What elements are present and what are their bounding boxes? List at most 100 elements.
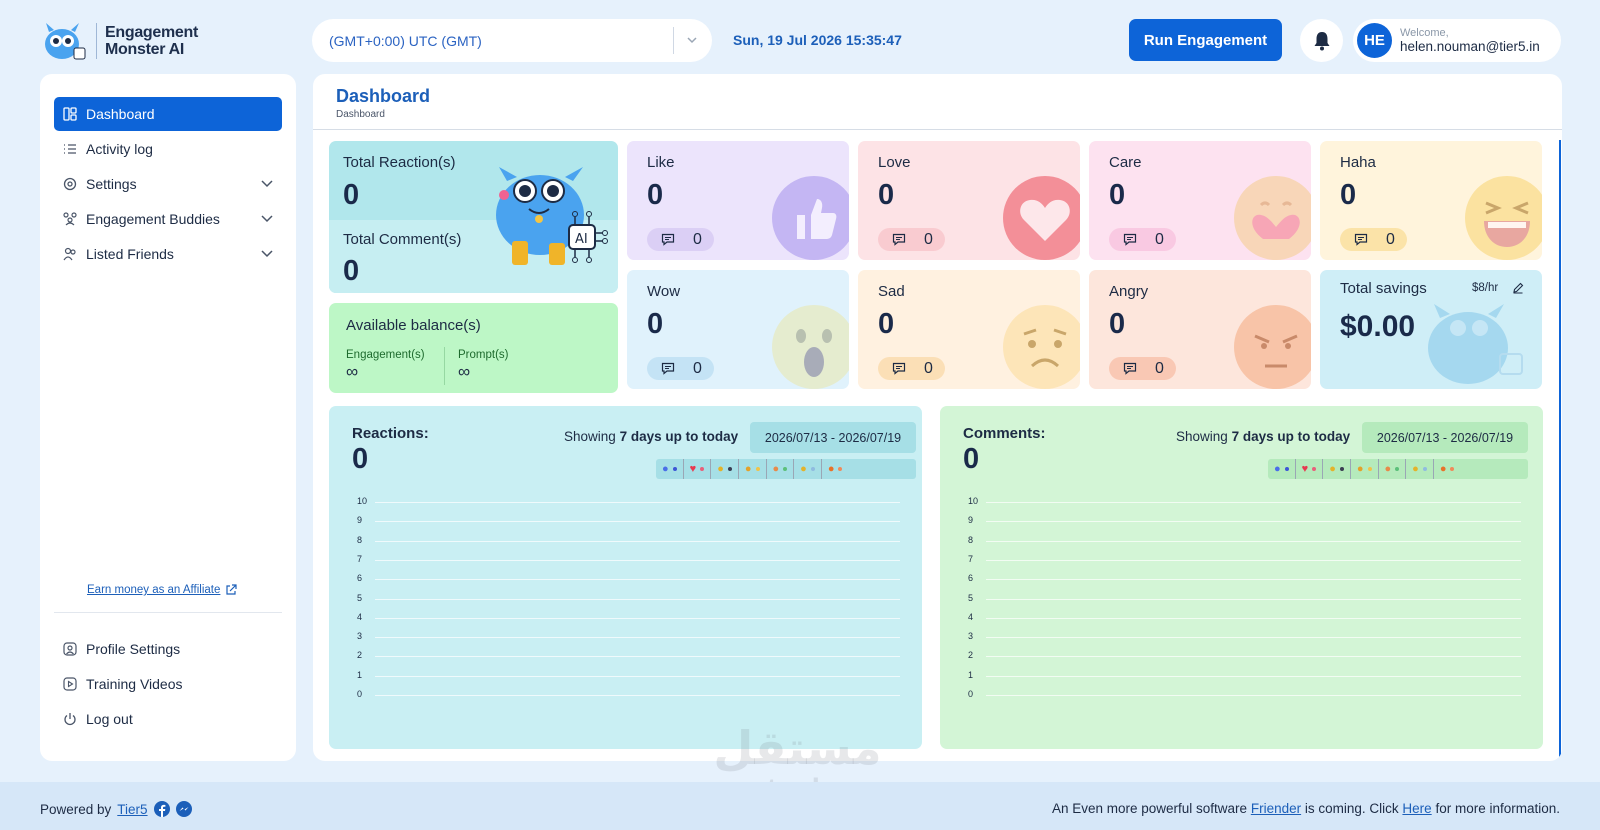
comment-count: 0 xyxy=(924,359,933,377)
y-tick-label: 8 xyxy=(968,534,974,545)
chart-total: 0 xyxy=(963,443,980,475)
comment-count-pill: 0 xyxy=(1109,357,1176,380)
powered-by-label: Powered by xyxy=(40,801,112,817)
sad-emoji-icon xyxy=(1003,305,1080,389)
reaction-legend[interactable]: ● ♥ ● ● ● ● ● xyxy=(656,459,916,479)
legend-angry[interactable]: ● xyxy=(822,459,849,479)
y-tick-label: 2 xyxy=(968,650,974,661)
legend-love[interactable]: ♥ xyxy=(684,459,712,479)
legend-care[interactable]: ● xyxy=(767,459,795,479)
comment-count: 0 xyxy=(1155,230,1164,248)
legend-wow[interactable]: ● xyxy=(711,459,739,479)
total-savings-card: Total savings $8/hr $0.00 xyxy=(1320,270,1542,389)
brand-line1: Engagement xyxy=(105,24,199,41)
here-link[interactable]: Here xyxy=(1402,801,1431,816)
legend-like[interactable]: ● xyxy=(656,459,684,479)
reaction-value: 0 xyxy=(647,308,664,340)
legend-like[interactable]: ● xyxy=(1268,459,1296,479)
balance-title: Available balance(s) xyxy=(346,317,481,334)
sidebar-item-label: Profile Settings xyxy=(86,641,181,657)
wow-icon: ● xyxy=(1329,463,1336,475)
sidebar-item-label: Listed Friends xyxy=(86,246,174,262)
reaction-legend[interactable]: ● ♥ ● ● ● ● ● xyxy=(1268,459,1528,479)
users-icon xyxy=(63,247,76,261)
grid-line xyxy=(986,559,1521,561)
date-range-picker[interactable]: 2026/07/13 - 2026/07/19 xyxy=(750,422,916,453)
y-tick-label: 4 xyxy=(968,611,974,622)
reaction-value: 0 xyxy=(878,308,895,340)
reaction-card-care: Care 0 0 xyxy=(1089,141,1311,260)
timezone-value: (GMT+0:00) UTC (GMT) xyxy=(329,32,482,49)
comment-count: 0 xyxy=(1386,230,1395,248)
sidebar-item-profile-settings[interactable]: Profile Settings xyxy=(54,632,282,666)
care-emoji-icon xyxy=(1234,176,1311,260)
notifications-button[interactable] xyxy=(1300,19,1343,62)
comment-icon xyxy=(1354,233,1368,246)
showing-text: Showing 7 days up to today xyxy=(1176,429,1351,444)
grid-line xyxy=(986,502,1521,503)
legend-sad[interactable]: ● xyxy=(794,459,822,479)
total-reactions-value: 0 xyxy=(343,179,360,211)
reactions-chart-panel: Reactions: 0 Showing 7 days up to today … xyxy=(329,406,922,749)
video-icon xyxy=(63,677,77,691)
legend-love[interactable]: ♥ xyxy=(1296,459,1324,479)
monster-mascot-icon xyxy=(45,23,86,60)
grid-line xyxy=(375,502,900,503)
power-icon xyxy=(64,713,76,726)
legend-wow[interactable]: ● xyxy=(1323,459,1351,479)
total-comments-label: Total Comment(s) xyxy=(343,231,462,248)
sidebar-item-engagement-buddies[interactable]: Engagement Buddies xyxy=(54,202,282,236)
reaction-value: 0 xyxy=(1109,308,1126,340)
sidebar-item-activity-log[interactable]: Activity log xyxy=(54,132,282,166)
haha-icon: ● xyxy=(744,463,752,475)
comment-icon xyxy=(892,362,906,375)
legend-angry[interactable]: ● xyxy=(1434,459,1461,479)
sidebar-item-label: Log out xyxy=(86,711,133,727)
sidebar: Dashboard Activity log Settings Engageme… xyxy=(40,74,296,761)
legend-sad[interactable]: ● xyxy=(1406,459,1434,479)
y-tick-label: 9 xyxy=(357,515,363,526)
reaction-card-haha: Haha 0 0 xyxy=(1320,141,1542,260)
user-menu[interactable]: HE Welcome, helen.nouman@tier5.in xyxy=(1353,19,1561,62)
chevron-down-icon xyxy=(261,215,273,223)
y-tick-label: 7 xyxy=(357,553,363,564)
affiliate-label: Earn money as an Affiliate xyxy=(87,584,221,596)
prompts-label: Prompt(s) xyxy=(458,349,509,361)
total-reactions-label: Total Reaction(s) xyxy=(343,154,456,171)
comment-icon xyxy=(661,362,675,375)
legend-care[interactable]: ● xyxy=(1379,459,1407,479)
grid-line xyxy=(375,598,900,600)
sidebar-item-dashboard[interactable]: Dashboard xyxy=(54,97,282,131)
friender-link[interactable]: Friender xyxy=(1251,801,1301,816)
legend-haha[interactable]: ● xyxy=(1351,459,1379,479)
y-tick-label: 10 xyxy=(968,496,979,506)
reaction-card-like: Like 0 0 xyxy=(627,141,849,260)
sidebar-item-log-out[interactable]: Log out xyxy=(54,702,282,736)
sidebar-item-training-videos[interactable]: Training Videos xyxy=(54,667,282,701)
page-title: Dashboard xyxy=(336,86,431,106)
grid-line xyxy=(375,675,900,677)
comment-count-pill: 0 xyxy=(878,357,945,380)
sidebar-divider xyxy=(54,612,282,613)
sidebar-item-settings[interactable]: Settings xyxy=(54,167,282,201)
chevron-down-icon xyxy=(261,250,273,258)
tier5-link[interactable]: Tier5 xyxy=(117,802,147,817)
affiliate-link[interactable]: Earn money as an Affiliate xyxy=(87,584,238,596)
timezone-select[interactable]: (GMT+0:00) UTC (GMT) xyxy=(312,19,712,62)
legend-haha[interactable]: ● xyxy=(739,459,767,479)
date-range-picker[interactable]: 2026/07/13 - 2026/07/19 xyxy=(1362,422,1528,453)
savings-label: Total savings xyxy=(1340,280,1427,297)
engagements-label: Engagement(s) xyxy=(346,349,425,361)
messenger-icon[interactable] xyxy=(175,801,192,817)
grid-line xyxy=(986,540,1521,542)
svg-text:AI: AI xyxy=(575,232,588,247)
reaction-label: Wow xyxy=(647,283,681,300)
brand-logo[interactable]: Engagement Monster AI xyxy=(40,20,198,62)
reaction-label: Angry xyxy=(1109,283,1149,300)
facebook-icon[interactable] xyxy=(153,801,170,817)
sidebar-item-listed-friends[interactable]: Listed Friends xyxy=(54,237,282,271)
chart-total: 0 xyxy=(352,443,369,475)
showing-text: Showing 7 days up to today xyxy=(564,429,739,444)
run-engagement-button[interactable]: Run Engagement xyxy=(1129,19,1282,61)
edit-pencil-icon[interactable] xyxy=(1512,282,1524,294)
